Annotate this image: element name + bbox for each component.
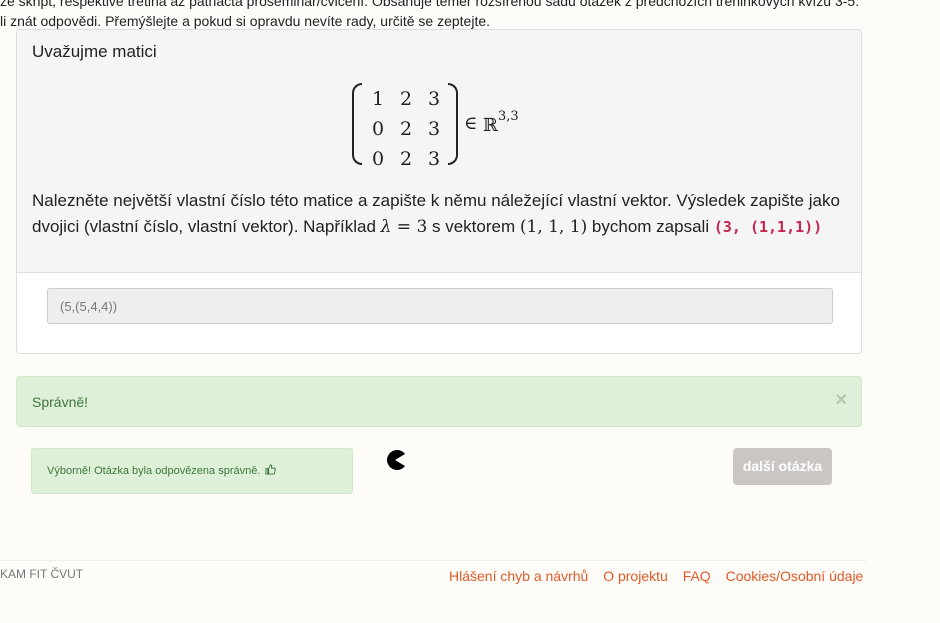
footer-links: Hlášení chyb a návrhů O projektu FAQ Coo… [449, 568, 863, 584]
close-icon[interactable]: × [835, 389, 847, 412]
vector-expression: (1, 1, 1) [519, 217, 588, 237]
matrix-cell: 1 [371, 88, 385, 110]
footer-link-bug-report[interactable]: Hlášení chyb a návrhů [449, 568, 588, 584]
intro-line-1: ze skript, respektive třetina až patnáct… [0, 0, 860, 9]
matrix-cell: 3 [427, 148, 441, 170]
footer-link-about[interactable]: O projektu [603, 568, 668, 584]
set-dimension: 3,3 [497, 109, 519, 124]
feedback-box: Výborně! Otázka byla odpovězena správně. [31, 448, 353, 494]
footer-credit: KAM FIT ČVUT [0, 567, 84, 581]
left-parenthesis [352, 83, 362, 165]
question-header: Uvažujme matici 1 2 3 0 2 3 0 2 3 ∈ ℝ3,3… [17, 30, 861, 273]
intro-line-2: li znát odpovědi. Přemýšlejte a pokud si… [0, 13, 491, 29]
answer-input[interactable] [47, 288, 833, 324]
matrix-cell: 3 [427, 88, 441, 110]
matrix-cell: 0 [371, 118, 385, 140]
feedback-message: Výborně! Otázka byla odpovězena správně. [47, 465, 261, 477]
matrix-cell: 2 [399, 118, 413, 140]
question-intro: Uvažujme matici [32, 42, 157, 61]
intro-text: ze skript, respektive třetina až patnáct… [0, 0, 940, 31]
lambda-expression: λ = 3 [381, 217, 428, 237]
footer-link-faq[interactable]: FAQ [683, 568, 711, 584]
matrix-cell: 2 [399, 148, 413, 170]
matrix-cell: 0 [371, 148, 385, 170]
set-letter: ℝ [483, 115, 498, 136]
footer-link-cookies[interactable]: Cookies/Osobní údaje [726, 568, 864, 584]
footer-divider [0, 560, 866, 561]
question-text-3: bychom zapsali [587, 217, 714, 236]
question-body: Nalezněte největší vlastní číslo této ma… [32, 188, 854, 240]
real-set-symbol: ℝ3,3 [483, 109, 519, 136]
right-parenthesis [448, 83, 458, 165]
matrix-cell: 2 [399, 88, 413, 110]
element-of-symbol: ∈ [464, 113, 478, 134]
matrix: 1 2 3 0 2 3 0 2 3 ∈ ℝ3,3 [352, 82, 552, 170]
feedback-text: Výborně! Otázka byla odpovězena správně. [47, 464, 277, 477]
matrix-cell: 3 [427, 118, 441, 140]
question-text-2: s vektorem [427, 217, 520, 236]
lambda-symbol: λ [380, 217, 392, 237]
lambda-value: = 3 [391, 217, 428, 237]
thumbs-up-icon [265, 464, 277, 477]
success-alert: Správně! × [16, 376, 862, 427]
question-card: Uvažujme matici 1 2 3 0 2 3 0 2 3 ∈ ℝ3,3… [16, 29, 862, 354]
next-question-button[interactable]: další otázka [733, 448, 832, 485]
example-code: (3, (1,1,1)) [713, 218, 823, 236]
loading-icon [387, 450, 405, 470]
success-alert-text: Správně! [32, 394, 89, 410]
matrix-grid: 1 2 3 0 2 3 0 2 3 [364, 84, 448, 170]
